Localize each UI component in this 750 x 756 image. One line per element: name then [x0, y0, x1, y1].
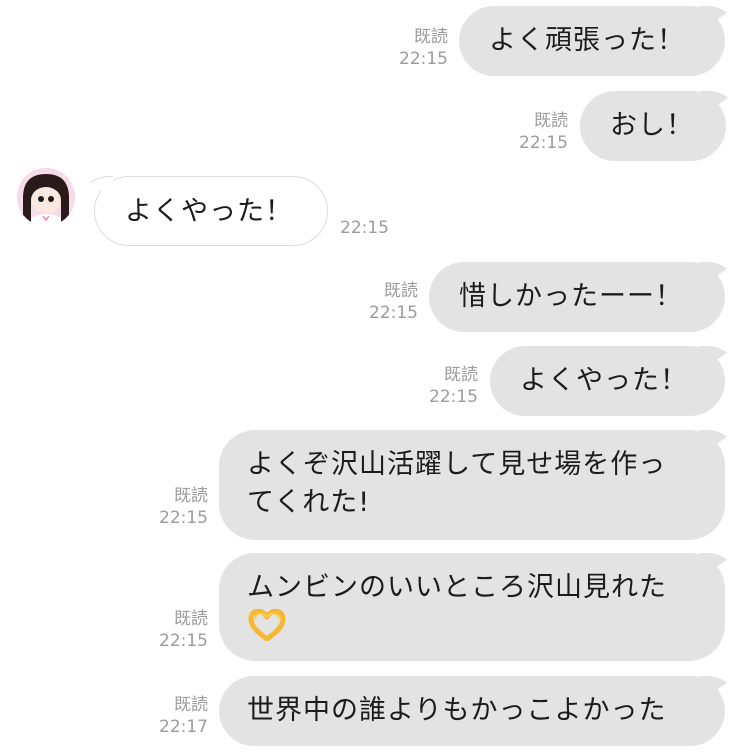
message-meta: 既読 22:15: [410, 364, 478, 408]
message-time: 22:15: [369, 303, 418, 323]
message-time: 22:15: [519, 133, 568, 153]
message-meta: 既読 22:15: [500, 110, 568, 154]
outgoing-message-bubble[interactable]: よくぞ沢山活躍して見せ場を作っ てくれた!: [219, 430, 725, 540]
message-time: 22:15: [399, 49, 448, 69]
read-receipt: 既読: [534, 111, 568, 131]
message-meta: 既読 22:17: [140, 694, 208, 738]
outgoing-message-bubble[interactable]: よくやった！: [490, 346, 725, 416]
outgoing-message-bubble[interactable]: 惜しかったーー！: [429, 262, 725, 332]
message-text-line: よくぞ沢山活躍して見せ場を作っ: [247, 449, 667, 480]
message-text-line: てくれた!: [247, 487, 371, 518]
message-time: 22:15: [159, 508, 208, 528]
message-text-line: ムンビンのいいところ沢山見れた: [247, 572, 667, 603]
message-time: 22:15: [429, 387, 478, 407]
message-text: 惜しかったーー！: [459, 281, 683, 312]
avatar-image: [17, 168, 75, 226]
message-time: 22:17: [159, 717, 208, 737]
message-text: よく頑張った！: [489, 25, 685, 56]
message-time: 22:15: [159, 631, 208, 651]
heart-hands-emoji-icon: [247, 608, 697, 652]
outgoing-message-bubble[interactable]: おし！: [580, 91, 726, 161]
message-text: よくやった！: [520, 365, 688, 396]
message-text: おし！: [610, 110, 694, 141]
chat-thread: 既読 22:15 よく頑張った！ 既読 22:15 おし！ よくやった！ 22:…: [0, 0, 750, 756]
message-meta: 既読 22:15: [140, 608, 208, 652]
outgoing-message-bubble[interactable]: 世界中の誰よりもかっこよかった: [219, 676, 725, 746]
outgoing-message-bubble[interactable]: よく頑張った！: [459, 6, 725, 76]
message-time: 22:15: [340, 218, 389, 238]
message-text: よくやった！: [125, 196, 293, 227]
read-receipt: 既読: [384, 281, 418, 301]
read-receipt: 既読: [174, 486, 208, 506]
message-meta: 既読 22:15: [140, 485, 208, 529]
read-receipt: 既読: [414, 27, 448, 47]
message-meta: 既読 22:15: [380, 26, 448, 70]
incoming-message-bubble[interactable]: よくやった！: [94, 176, 328, 246]
contact-avatar[interactable]: [17, 168, 75, 226]
outgoing-message-bubble[interactable]: ムンビンのいいところ沢山見れた: [219, 553, 725, 661]
message-meta: 既読 22:15: [350, 280, 418, 324]
read-receipt: 既読: [174, 609, 208, 629]
read-receipt: 既読: [444, 365, 478, 385]
message-text: 世界中の誰よりもかっこよかった: [247, 695, 667, 726]
read-receipt: 既読: [174, 695, 208, 715]
